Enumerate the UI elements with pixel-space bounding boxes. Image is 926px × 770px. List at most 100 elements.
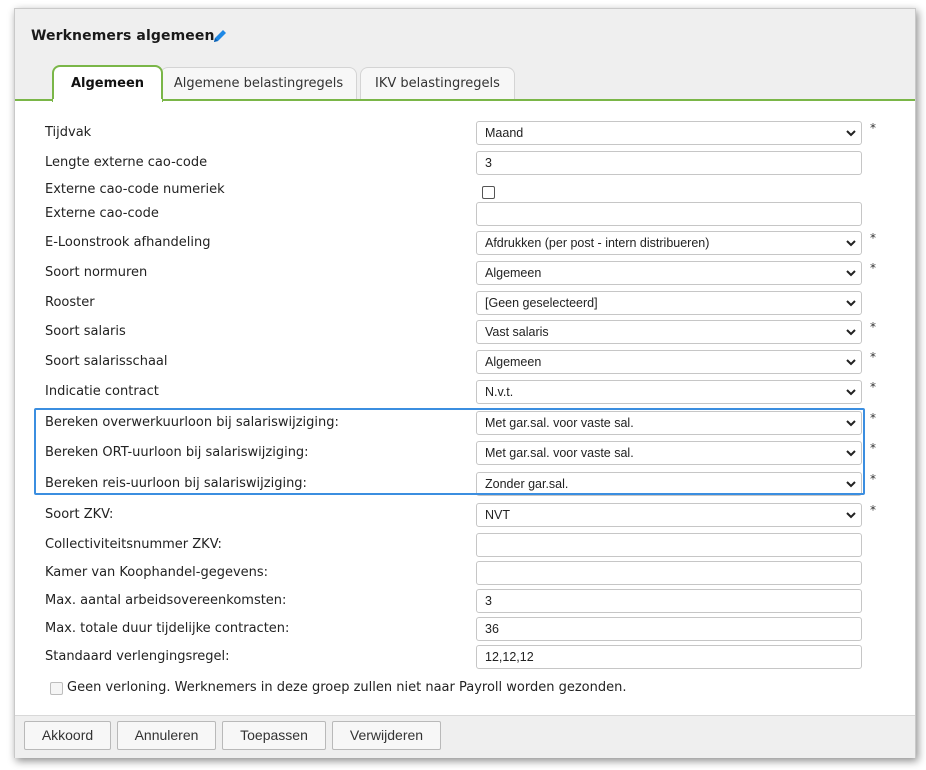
tab-label: Algemeen	[70, 76, 145, 91]
required-marker: *	[870, 411, 876, 425]
label-zkv: Soort ZKV:	[45, 507, 114, 522]
annuleren-button[interactable]: Annuleren	[117, 721, 216, 750]
label-collectiviteit: Collectiviteitsnummer ZKV:	[45, 537, 222, 552]
label-ort: Bereken ORT-uurloon bij salariswijziging…	[45, 445, 309, 460]
row-salaris: Soort salaris Vast salaris *	[15, 320, 915, 346]
required-marker: *	[870, 380, 876, 394]
tab-label: IKV belastingregels	[375, 76, 500, 91]
select-value: Algemeen	[485, 355, 542, 369]
label-cao-numeriek: Externe cao-code numeriek	[45, 182, 225, 197]
label-externe-cao: Externe cao-code	[45, 206, 159, 221]
row-tijdvak: Tijdvak Maand *	[15, 121, 915, 147]
select-value: Vast salaris	[485, 325, 549, 339]
row-collectiviteit: Collectiviteitsnummer ZKV:	[15, 533, 915, 559]
lengte-cao-input[interactable]: 3	[476, 151, 862, 175]
eloonstrook-select[interactable]: Afdrukken (per post - intern distribuere…	[476, 231, 862, 255]
chevron-down-icon	[846, 270, 856, 277]
ort-select[interactable]: Met gar.sal. voor vaste sal.	[476, 441, 862, 465]
row-rooster: Rooster [Geen geselecteerd]	[15, 291, 915, 317]
chevron-down-icon	[846, 389, 856, 396]
select-value: Met gar.sal. voor vaste sal.	[485, 446, 634, 460]
label-overwerk: Bereken overwerkuurloon bij salariswijzi…	[45, 415, 339, 430]
overwerk-select[interactable]: Met gar.sal. voor vaste sal.	[476, 411, 862, 435]
chevron-down-icon	[846, 329, 856, 336]
tab-label: Algemene belastingregels	[173, 76, 344, 91]
kvk-input[interactable]	[476, 561, 862, 585]
chevron-down-icon	[846, 481, 856, 488]
required-marker: *	[870, 472, 876, 486]
pencil-icon[interactable]	[211, 27, 229, 45]
chevron-down-icon	[846, 130, 856, 137]
row-zkv: Soort ZKV: NVT *	[15, 503, 915, 529]
label-max-duur: Max. totale duur tijdelijke contracten:	[45, 621, 290, 636]
select-value: Met gar.sal. voor vaste sal.	[485, 416, 634, 430]
row-reis: Bereken reis-uurloon bij salariswijzigin…	[15, 472, 915, 498]
contract-select[interactable]: N.v.t.	[476, 380, 862, 404]
label-verlenging: Standaard verlengingsregel:	[45, 649, 230, 664]
salaris-select[interactable]: Vast salaris	[476, 320, 862, 344]
select-value: NVT	[485, 508, 510, 522]
akkoord-button[interactable]: Akkoord	[24, 721, 111, 750]
collectiviteit-input[interactable]	[476, 533, 862, 557]
required-marker: *	[870, 121, 876, 135]
cao-numeriek-checkbox[interactable]	[482, 186, 495, 199]
row-max-arbeid: Max. aantal arbeidsovereenkomsten: 3	[15, 589, 915, 615]
externe-cao-input[interactable]	[476, 202, 862, 226]
dialog-window: Werknemers algemeen Algemeen Algemene be…	[14, 8, 916, 758]
max-duur-input[interactable]: 36	[476, 617, 862, 641]
required-marker: *	[870, 320, 876, 334]
row-externe-cao: Externe cao-code	[15, 202, 915, 228]
geen-verloning-label: Geen verloning. Werknemers in deze groep…	[67, 680, 627, 695]
label-kvk: Kamer van Koophandel-gegevens:	[45, 565, 269, 580]
row-max-duur: Max. totale duur tijdelijke contracten: …	[15, 617, 915, 643]
select-value: Afdrukken (per post - intern distribuere…	[485, 236, 710, 250]
chevron-down-icon	[846, 240, 856, 247]
select-value: Algemeen	[485, 266, 542, 280]
row-ort: Bereken ORT-uurloon bij salariswijziging…	[15, 441, 915, 467]
normuren-select[interactable]: Algemeen	[476, 261, 862, 285]
required-marker: *	[870, 261, 876, 275]
label-lengte-cao: Lengte externe cao-code	[45, 155, 208, 170]
geen-verloning-row: Geen verloning. Werknemers in deze groep…	[50, 680, 626, 695]
row-lengte-cao: Lengte externe cao-code 3	[15, 151, 915, 177]
tab-underline-gap	[53, 99, 162, 102]
chevron-down-icon	[846, 359, 856, 366]
select-value: Maand	[485, 126, 524, 140]
required-marker: *	[870, 231, 876, 245]
reis-select[interactable]: Zonder gar.sal.	[476, 472, 862, 496]
select-value: [Geen geselecteerd]	[485, 296, 598, 310]
label-normuren: Soort normuren	[45, 265, 148, 280]
label-salaris: Soort salaris	[45, 324, 126, 339]
verwijderen-button[interactable]: Verwijderen	[332, 721, 441, 750]
row-kvk: Kamer van Koophandel-gegevens:	[15, 561, 915, 587]
label-max-arbeid: Max. aantal arbeidsovereenkomsten:	[45, 593, 287, 608]
label-salarisschaal: Soort salarisschaal	[45, 354, 168, 369]
page-title: Werknemers algemeen	[31, 28, 215, 44]
tab-ikv-belastingregels[interactable]: IKV belastingregels	[360, 67, 515, 100]
salarisschaal-select[interactable]: Algemeen	[476, 350, 862, 374]
dialog-header: Werknemers algemeen Algemeen Algemene be…	[15, 9, 915, 102]
row-eloonstrook: E-Loonstrook afhandeling Afdrukken (per …	[15, 231, 915, 257]
toepassen-button[interactable]: Toepassen	[222, 721, 326, 750]
button-bar: Akkoord Annuleren Toepassen Verwijderen	[15, 715, 915, 758]
select-value: N.v.t.	[485, 385, 514, 399]
label-rooster: Rooster	[45, 295, 95, 310]
chevron-down-icon	[846, 512, 856, 519]
chevron-down-icon	[846, 450, 856, 457]
label-reis: Bereken reis-uurloon bij salariswijzigin…	[45, 476, 307, 491]
verlenging-input[interactable]: 12,12,12	[476, 645, 862, 669]
tab-algemeen[interactable]: Algemeen	[52, 65, 163, 102]
tab-algemene-belastingregels[interactable]: Algemene belastingregels	[160, 67, 357, 100]
chevron-down-icon	[846, 420, 856, 427]
rooster-select[interactable]: [Geen geselecteerd]	[476, 291, 862, 315]
required-marker: *	[870, 503, 876, 517]
zkv-select[interactable]: NVT	[476, 503, 862, 527]
row-verlenging: Standaard verlengingsregel: 12,12,12	[15, 645, 915, 671]
row-normuren: Soort normuren Algemeen *	[15, 261, 915, 287]
tijdvak-select[interactable]: Maand	[476, 121, 862, 145]
label-contract: Indicatie contract	[45, 384, 159, 399]
row-overwerk: Bereken overwerkuurloon bij salariswijzi…	[15, 411, 915, 437]
label-eloonstrook: E-Loonstrook afhandeling	[45, 235, 211, 250]
max-arbeid-input[interactable]: 3	[476, 589, 862, 613]
select-value: Zonder gar.sal.	[485, 477, 569, 491]
